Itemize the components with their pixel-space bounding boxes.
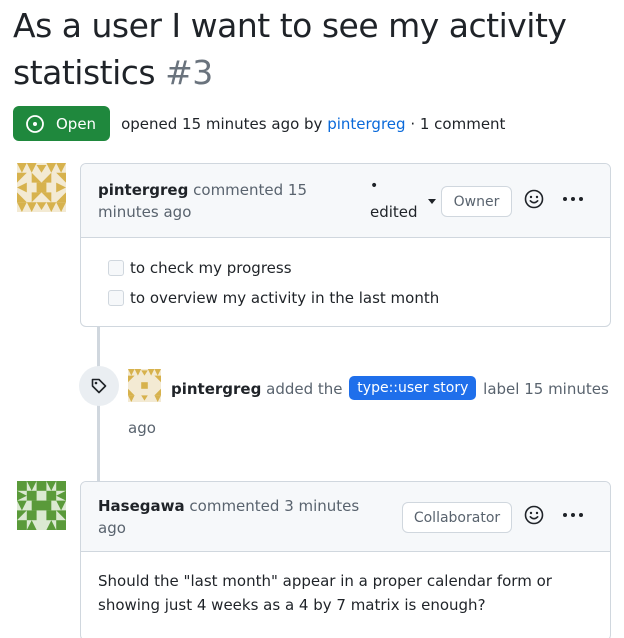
smiley-icon[interactable]	[523, 188, 545, 210]
issue-author-link[interactable]: pintergreg	[327, 115, 405, 133]
comment-2-body: Should the "last month" appear in a prop…	[98, 572, 552, 614]
task-item: to check my progress	[108, 256, 292, 280]
owner-badge: Owner	[441, 186, 512, 217]
issue-state-row: Open opened 15 minutes ago by pintergreg…	[13, 106, 505, 141]
comment-2-header: Hasegawa commented 3 minutes ago Collabo…	[81, 482, 610, 552]
edited-caret-icon[interactable]	[428, 199, 436, 204]
comment-2: Hasegawa commented 3 minutes ago Collabo…	[80, 481, 611, 638]
label-event-text: pintergreg added the type::user story la…	[128, 370, 618, 448]
event-icon-circle	[79, 366, 119, 406]
task-label: to check my progress	[130, 259, 292, 277]
label-chip[interactable]: type::user story	[349, 375, 477, 400]
more-options-icon[interactable]	[563, 509, 587, 521]
issue-comment-count: · 1 comment	[410, 114, 506, 133]
edited-label[interactable]: edited	[370, 201, 418, 223]
issue-page: As a user I want to see my activity stat…	[0, 0, 624, 638]
task-checkbox[interactable]	[108, 290, 124, 306]
avatar-pintergreg[interactable]	[17, 163, 66, 212]
task-label: to overview my activity in the last mont…	[130, 289, 440, 307]
event-author[interactable]: pintergreg	[171, 380, 261, 398]
event-action-prefix: added the	[266, 380, 343, 398]
comment-2-heading: Hasegawa commented 3 minutes ago	[98, 495, 388, 539]
smiley-icon[interactable]	[523, 504, 545, 526]
issue-state-label: Open	[56, 114, 97, 133]
more-options-icon[interactable]	[563, 193, 587, 205]
comment-1: pintergreg commented 15 minutes ago • ed…	[80, 163, 611, 327]
comment-2-author[interactable]: Hasegawa	[98, 497, 185, 515]
avatar-hasegawa[interactable]	[17, 481, 66, 530]
comment-1-body: to check my progress to overview my acti…	[81, 238, 610, 326]
issue-open-icon	[26, 114, 44, 133]
issue-state-badge: Open	[13, 106, 111, 141]
task-checkbox[interactable]	[108, 260, 124, 276]
comment-1-heading: pintergreg commented 15 minutes ago	[98, 179, 348, 223]
comment-1-author[interactable]: pintergreg	[98, 181, 188, 199]
tag-icon	[91, 378, 107, 394]
collaborator-badge: Collaborator	[402, 502, 512, 533]
issue-meta: opened 15 minutes ago by pintergreg · 1 …	[121, 115, 505, 133]
issue-number: #3	[165, 53, 213, 92]
comment-1-header: pintergreg commented 15 minutes ago • ed…	[81, 164, 610, 238]
edited-dot: •	[370, 178, 379, 194]
task-item: to overview my activity in the last mont…	[108, 286, 439, 310]
issue-meta-prefix: opened 15 minutes ago by	[121, 114, 323, 133]
issue-title-text: As a user I want to see my activity stat…	[13, 6, 567, 92]
issue-title: As a user I want to see my activity stat…	[13, 2, 623, 96]
